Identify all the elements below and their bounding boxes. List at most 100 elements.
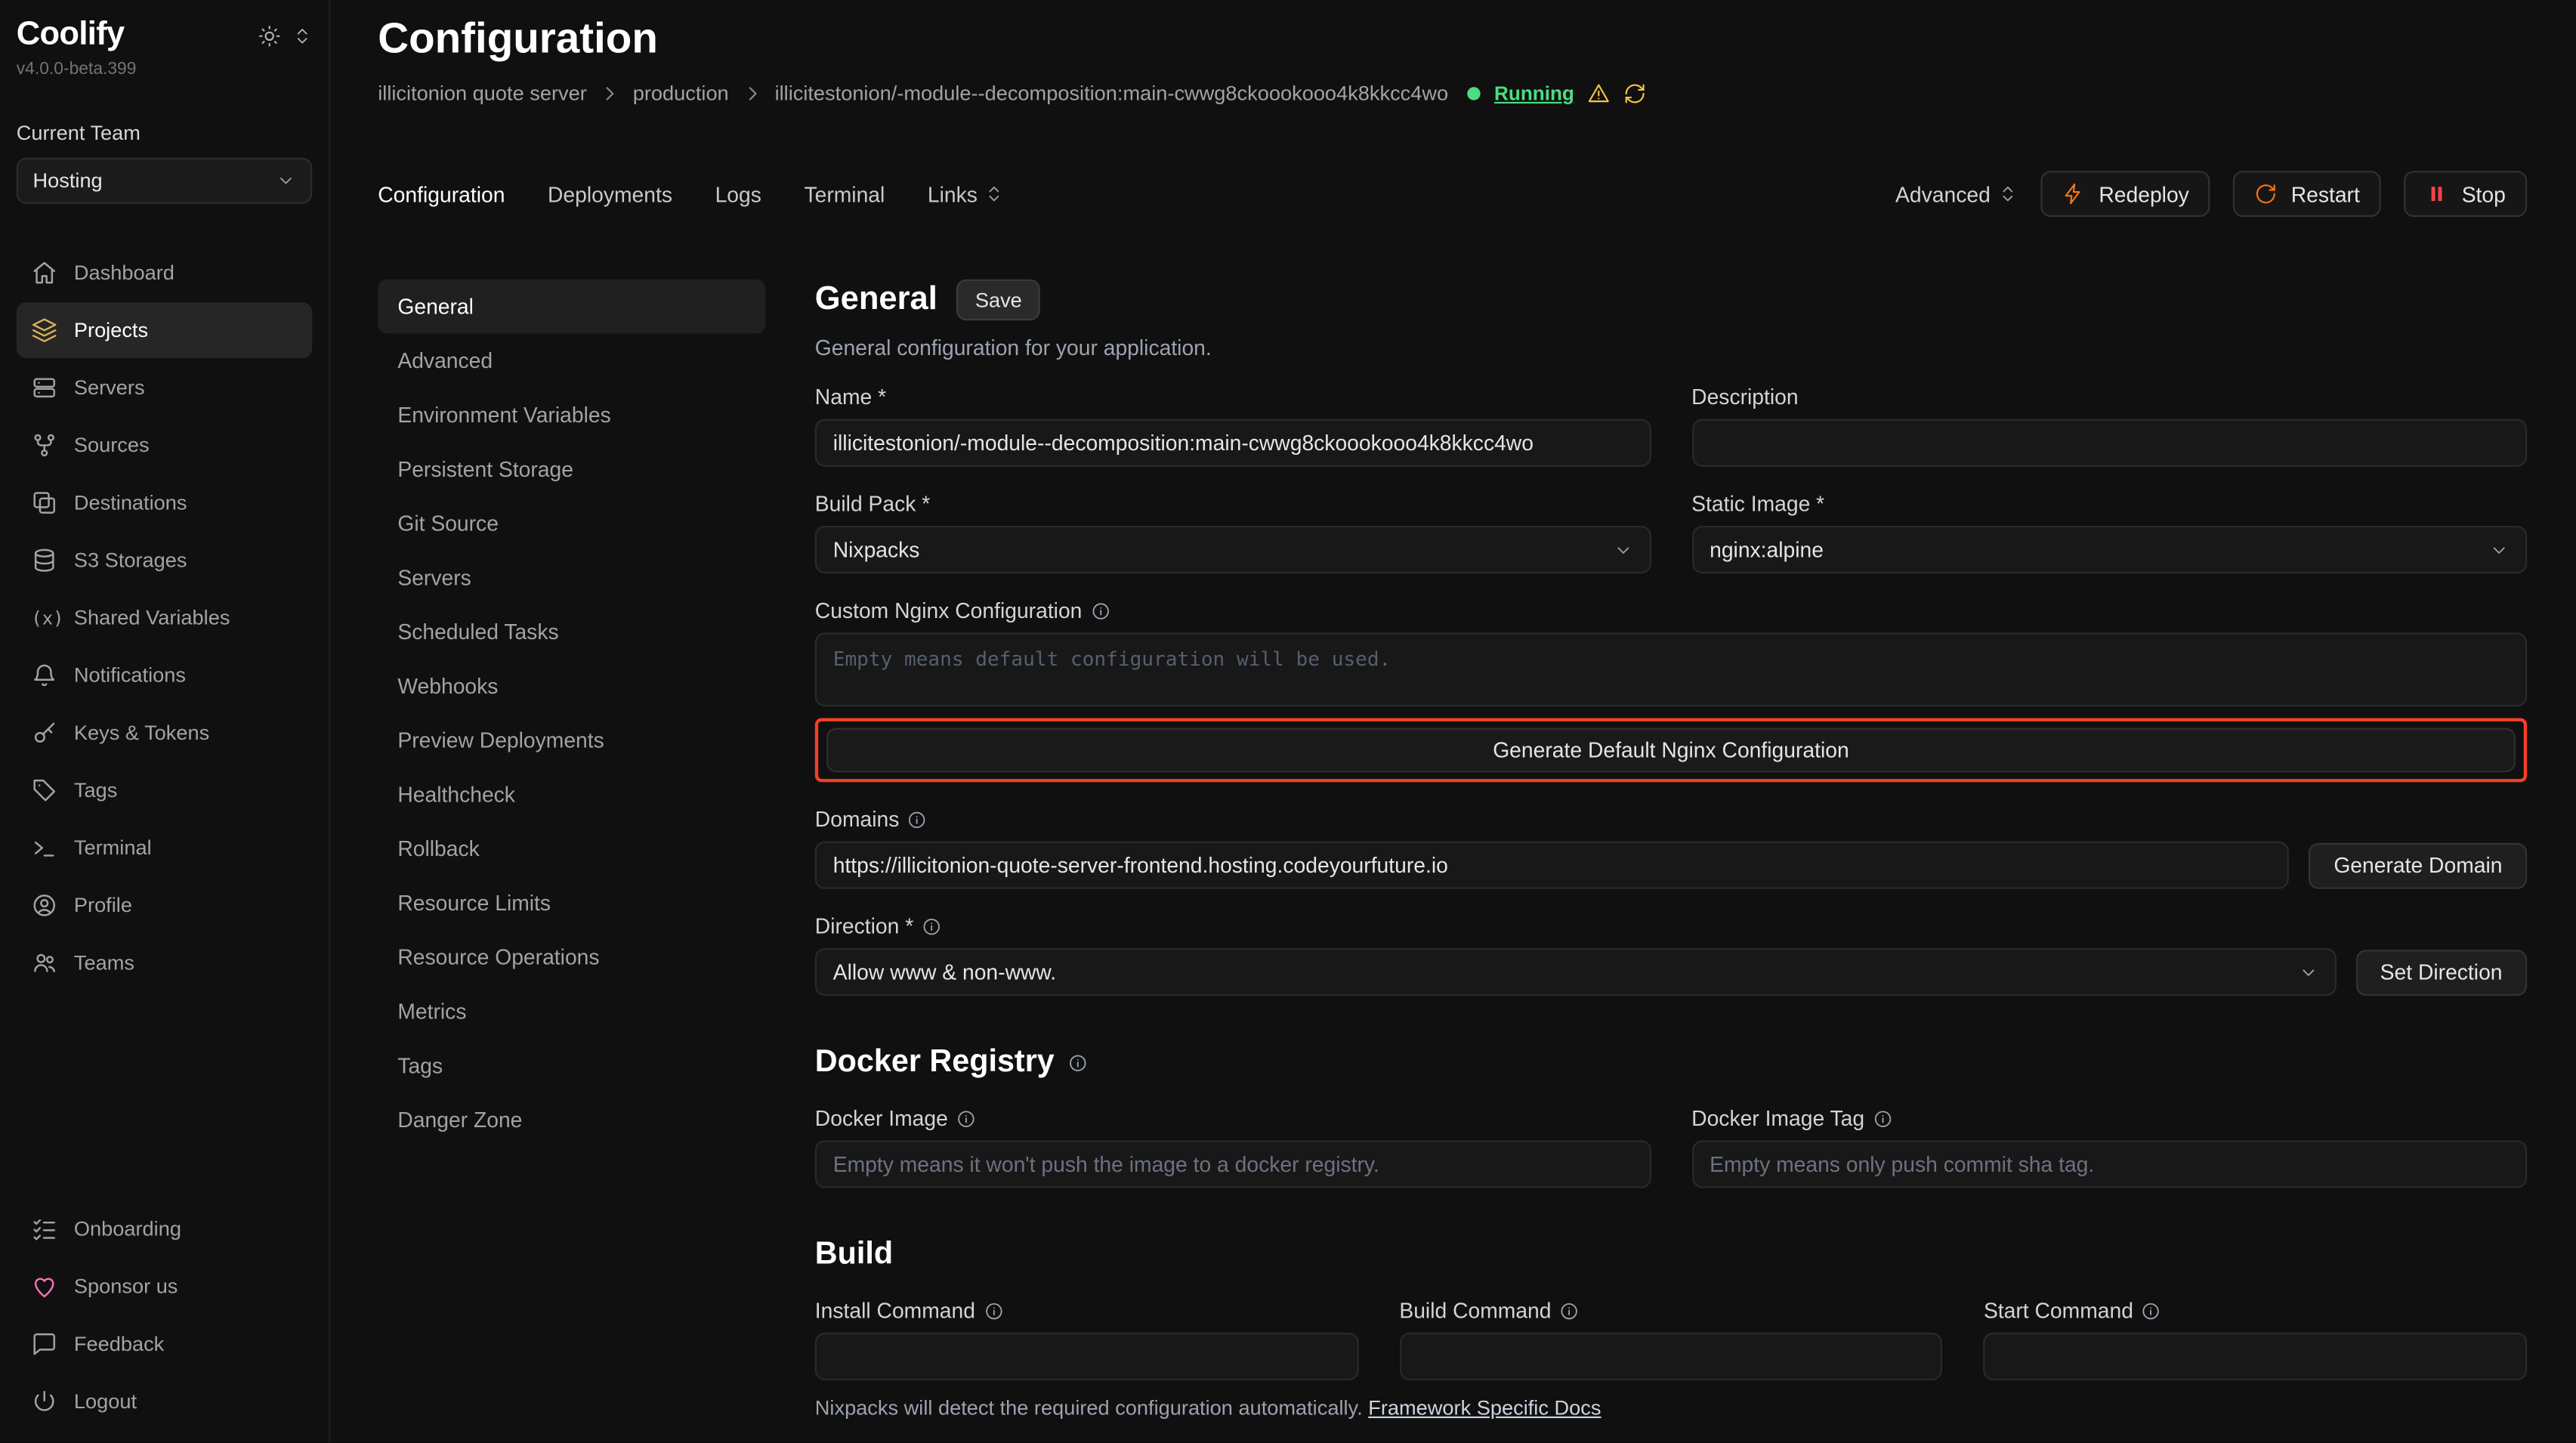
theme-toggle-sun-icon[interactable]: [258, 25, 280, 48]
docker-image-tag-input[interactable]: [1691, 1140, 2527, 1188]
generate-domain-button[interactable]: Generate Domain: [2309, 842, 2527, 888]
info-icon[interactable]: [922, 916, 941, 936]
info-icon[interactable]: [1090, 601, 1110, 620]
sidebar-item-profile[interactable]: Profile: [17, 877, 313, 933]
sidebar-item-projects[interactable]: Projects: [17, 302, 313, 358]
config-nav-rollback[interactable]: Rollback: [378, 822, 765, 876]
info-icon[interactable]: [907, 809, 927, 829]
config-nav-preview-deployments[interactable]: Preview Deployments: [378, 713, 765, 768]
description-input[interactable]: [1691, 419, 2527, 467]
sidebar-item-destinations[interactable]: Destinations: [17, 475, 313, 531]
section-header: General Save: [815, 280, 2527, 320]
info-icon[interactable]: [1067, 1053, 1087, 1073]
config-nav-healthcheck[interactable]: Healthcheck: [378, 768, 765, 822]
sidebar-item-logout[interactable]: Logout: [17, 1373, 313, 1429]
config-nav-metrics[interactable]: Metrics: [378, 984, 765, 1039]
direction-value: Allow www & non-www.: [833, 959, 1056, 984]
info-icon[interactable]: [2142, 1301, 2161, 1321]
stop-button[interactable]: Stop: [2405, 171, 2528, 217]
restart-button[interactable]: Restart: [2234, 171, 2382, 217]
sidebar-item-label: Keys & Tokens: [74, 722, 209, 744]
chevron-right-icon: [742, 84, 761, 104]
config-nav-persistent-storage[interactable]: Persistent Storage: [378, 442, 765, 496]
chevrons-up-down-icon[interactable]: [292, 26, 312, 46]
direction-select[interactable]: Allow www & non-www.: [815, 948, 2336, 996]
refresh-status-icon[interactable]: [1623, 82, 1646, 105]
status-dot: [1468, 87, 1481, 100]
config-nav-servers[interactable]: Servers: [378, 551, 765, 605]
start-command-input[interactable]: [1984, 1333, 2527, 1380]
build-pack-label: Build Pack *: [815, 491, 1651, 516]
redeploy-button[interactable]: Redeploy: [2041, 171, 2210, 217]
sidebar-item-label: Dashboard: [74, 261, 175, 284]
generate-nginx-button[interactable]: Generate Default Nginx Configuration: [826, 728, 2516, 773]
breadcrumb-project[interactable]: illicitonion quote server: [378, 82, 587, 105]
sidebar-item-terminal[interactable]: Terminal: [17, 820, 313, 876]
sidebar-item-teams[interactable]: Teams: [17, 935, 313, 991]
tab-deployments[interactable]: Deployments: [548, 181, 672, 206]
config-nav-general[interactable]: General: [378, 280, 765, 334]
static-image-select[interactable]: nginx:alpine: [1691, 526, 2527, 573]
build-command-input[interactable]: [1399, 1333, 1942, 1380]
sidebar-item-dashboard[interactable]: Dashboard: [17, 245, 313, 301]
warning-icon[interactable]: [1587, 82, 1610, 105]
config-nav-scheduled-tasks[interactable]: Scheduled Tasks: [378, 604, 765, 659]
breadcrumb-environment[interactable]: production: [633, 82, 729, 105]
save-button[interactable]: Save: [957, 280, 1040, 320]
sidebar-item-s3-storages[interactable]: S3 Storages: [17, 533, 313, 589]
config-nav-git-source[interactable]: Git Source: [378, 496, 765, 551]
sidebar-item-shared-variables[interactable]: (x) Shared Variables: [17, 590, 313, 646]
start-command-label: Start Command: [1984, 1298, 2527, 1323]
config-nav-webhooks[interactable]: Webhooks: [378, 659, 765, 713]
sidebar-item-label: Sources: [74, 434, 150, 456]
info-icon[interactable]: [956, 1108, 976, 1128]
set-direction-button[interactable]: Set Direction: [2355, 949, 2527, 995]
info-icon[interactable]: [984, 1301, 1003, 1321]
variables-icon: (x): [31, 607, 57, 629]
tab-configuration[interactable]: Configuration: [378, 181, 505, 206]
status-badge[interactable]: Running: [1494, 82, 1574, 105]
tab-links[interactable]: Links: [928, 181, 1004, 206]
git-fork-icon: [31, 432, 57, 459]
sidebar-item-sponsor[interactable]: Sponsor us: [17, 1259, 313, 1315]
terminal-icon: [31, 835, 57, 861]
sidebar-item-sources[interactable]: Sources: [17, 417, 313, 473]
users-icon: [31, 950, 57, 976]
name-label: Name *: [815, 385, 1651, 409]
team-select[interactable]: Hosting: [17, 158, 313, 204]
sidebar-item-onboarding[interactable]: Onboarding: [17, 1201, 313, 1257]
sidebar-item-keys-tokens[interactable]: Keys & Tokens: [17, 705, 313, 761]
config-nav-resource-operations[interactable]: Resource Operations: [378, 930, 765, 984]
tab-terminal[interactable]: Terminal: [804, 181, 885, 206]
name-input[interactable]: [815, 419, 1651, 467]
info-icon[interactable]: [1559, 1301, 1579, 1321]
config-nav-tags[interactable]: Tags: [378, 1039, 765, 1093]
tab-logs[interactable]: Logs: [715, 181, 761, 206]
install-command-input[interactable]: [815, 1333, 1358, 1380]
sidebar-item-label: Projects: [74, 319, 148, 341]
config-nav-danger-zone[interactable]: Danger Zone: [378, 1092, 765, 1147]
docker-image-input[interactable]: [815, 1140, 1651, 1188]
config-nav-advanced[interactable]: Advanced: [378, 334, 765, 388]
layers-icon: [31, 317, 57, 344]
framework-docs-link[interactable]: Framework Specific Docs: [1368, 1397, 1601, 1420]
config-nav-environment-variables[interactable]: Environment Variables: [378, 388, 765, 442]
sidebar-item-label: Teams: [74, 951, 134, 974]
nginx-config-textarea[interactable]: [815, 632, 2527, 706]
sidebar-item-label: Shared Variables: [74, 607, 230, 629]
build-pack-select[interactable]: Nixpacks: [815, 526, 1651, 573]
sidebar-item-notifications[interactable]: Notifications: [17, 647, 313, 703]
nixpacks-note: Nixpacks will detect the required config…: [815, 1397, 2527, 1420]
domains-input[interactable]: [815, 842, 2290, 889]
info-icon[interactable]: [1873, 1108, 1892, 1128]
sidebar-item-servers[interactable]: Servers: [17, 360, 313, 416]
sidebar-item-label: Sponsor us: [74, 1275, 178, 1298]
sidebar-item-tags[interactable]: Tags: [17, 762, 313, 818]
sidebar-item-feedback[interactable]: Feedback: [17, 1316, 313, 1372]
chevron-down-icon: [276, 171, 295, 190]
breadcrumb-application[interactable]: illicitestonion/-module--decomposition:m…: [775, 82, 1449, 105]
docker-image-tag-label: Docker Image Tag: [1691, 1106, 2527, 1131]
advanced-dropdown[interactable]: Advanced: [1895, 181, 2018, 206]
config-nav-resource-limits[interactable]: Resource Limits: [378, 876, 765, 930]
highlight-annotation: Generate Default Nginx Configuration: [815, 718, 2527, 782]
